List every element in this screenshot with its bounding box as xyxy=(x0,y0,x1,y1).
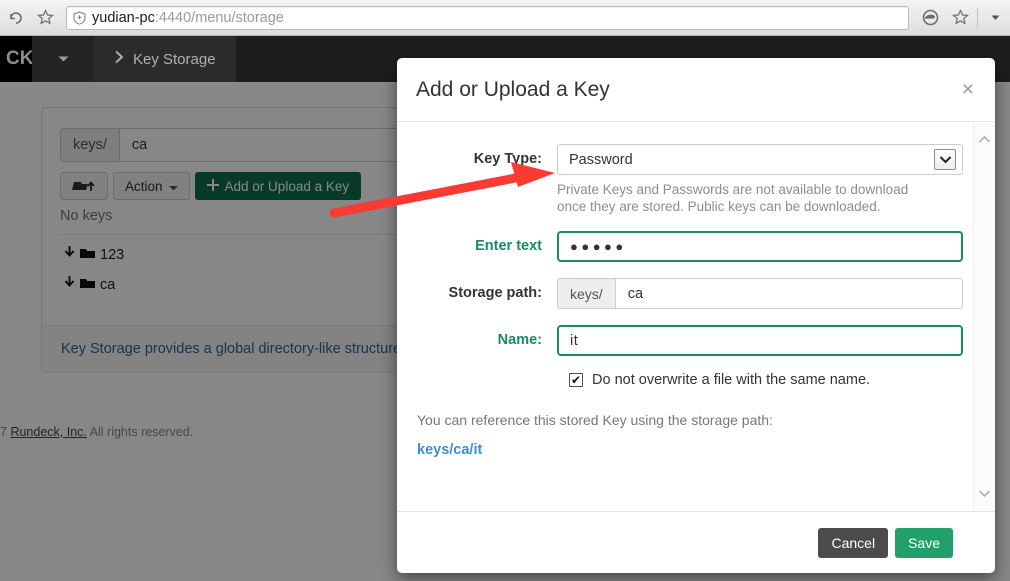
password-input[interactable]: ●●●●● xyxy=(557,231,963,262)
modal-body: Key Type: Password Private Keys and Pass… xyxy=(397,122,995,510)
enter-text-label: Enter text xyxy=(409,231,557,262)
field-storage-path: Storage path: keys/ ca xyxy=(409,278,963,309)
address-bar[interactable]: yudian-pc:4440/menu/storage xyxy=(66,6,909,30)
key-type-value: Password xyxy=(569,152,633,168)
key-type-select[interactable]: Password xyxy=(557,144,963,175)
breadcrumb-label: Key Storage xyxy=(133,51,216,68)
key-type-label: Key Type: xyxy=(409,144,557,175)
address-bar-text: yudian-pc:4440/menu/storage xyxy=(92,10,284,26)
field-enter-text: Enter text ●●●●● xyxy=(409,231,963,262)
storage-path-label: Storage path: xyxy=(409,278,557,309)
field-name: Name: it xyxy=(409,325,963,356)
close-icon[interactable]: × xyxy=(958,77,978,102)
url-path: :4440/menu/storage xyxy=(155,10,284,26)
browser-toolbar: yudian-pc:4440/menu/storage xyxy=(0,0,1010,36)
save-button[interactable]: Save xyxy=(895,528,953,558)
storage-path-prefix: keys/ xyxy=(557,278,615,309)
app-logo[interactable]: CK xyxy=(0,36,32,82)
chevron-down-icon[interactable] xyxy=(978,485,991,503)
chevron-down-icon[interactable] xyxy=(980,3,1010,33)
chevron-down-icon[interactable] xyxy=(934,149,956,170)
name-label: Name: xyxy=(409,325,557,356)
checkbox-icon[interactable]: ✔ xyxy=(569,373,583,387)
browser-right-icons xyxy=(915,3,1010,33)
storage-path-group: keys/ ca xyxy=(557,278,963,309)
url-host: yudian-pc xyxy=(92,10,155,26)
key-type-help-text: Private Keys and Passwords are not avail… xyxy=(557,181,929,215)
storage-path-input[interactable]: ca xyxy=(615,278,963,309)
modal-footer: Cancel Save xyxy=(397,511,995,573)
field-key-type: Key Type: Password Private Keys and Pass… xyxy=(409,144,963,215)
password-input-value: ●●●●● xyxy=(570,239,627,254)
chevron-right-icon xyxy=(114,50,124,68)
cancel-button[interactable]: Cancel xyxy=(818,528,888,558)
add-key-modal: Add or Upload a Key × Key Type: Password… xyxy=(397,58,995,573)
chevron-up-icon[interactable] xyxy=(978,131,991,149)
caret-down-icon[interactable] xyxy=(32,36,94,82)
toolbar-divider xyxy=(977,8,978,28)
screen: yudian-pc:4440/menu/storage CK Key Stora… xyxy=(0,0,1010,581)
star-icon[interactable] xyxy=(30,3,60,33)
modal-scrollbar[interactable] xyxy=(973,123,995,511)
reference-storage-path[interactable]: keys/ca/it xyxy=(417,442,963,458)
overwrite-checkbox-label: Do not overwrite a file with the same na… xyxy=(592,372,870,388)
breadcrumb-key-storage[interactable]: Key Storage xyxy=(94,36,236,82)
star-icon[interactable] xyxy=(945,3,975,33)
reference-help-text: You can reference this stored Key using … xyxy=(417,412,963,428)
modal-title: Add or Upload a Key xyxy=(416,78,610,102)
edge-browser-icon[interactable] xyxy=(915,3,945,33)
modal-header: Add or Upload a Key × xyxy=(397,58,995,122)
shield-icon xyxy=(73,11,86,25)
name-input[interactable]: it xyxy=(557,325,963,356)
overwrite-checkbox-row[interactable]: ✔ Do not overwrite a file with the same … xyxy=(569,372,963,388)
back-arrow-icon[interactable] xyxy=(0,3,30,33)
